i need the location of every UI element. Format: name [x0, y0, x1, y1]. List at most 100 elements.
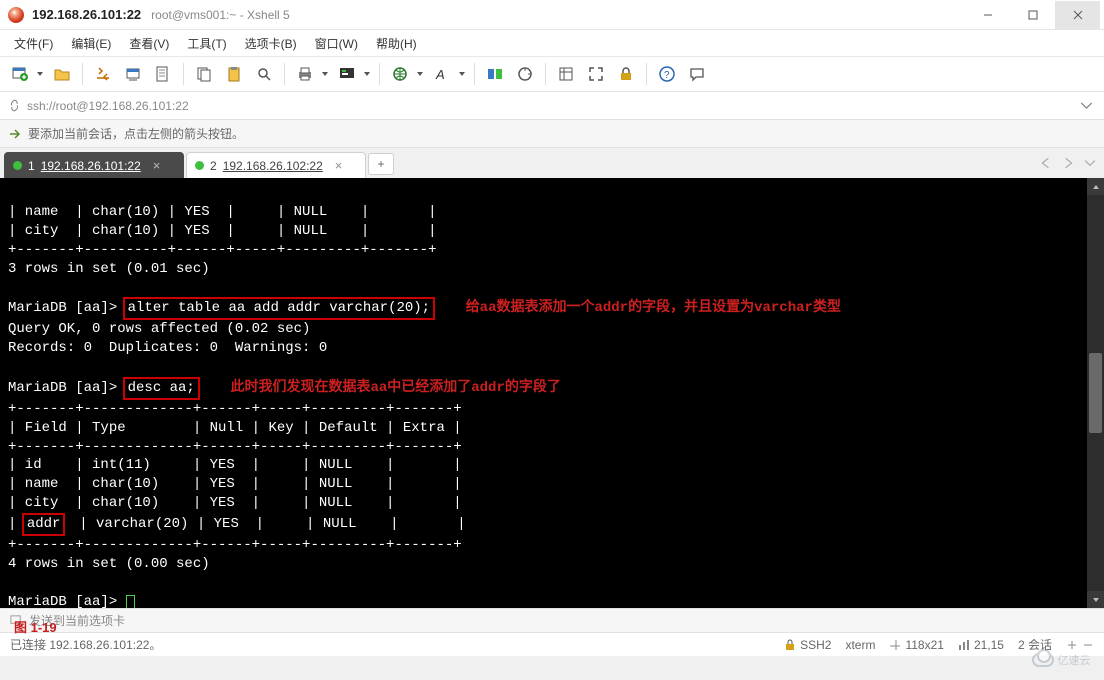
- terminal-scrollbar[interactable]: [1087, 178, 1104, 608]
- status-term-type: xterm: [845, 638, 875, 652]
- grid-icon: [889, 639, 901, 651]
- terminal-prompt: MariaDB [aa]>: [8, 300, 117, 316]
- scroll-up-icon[interactable]: [1087, 178, 1104, 195]
- tab-number: 1: [28, 159, 35, 173]
- sql-command: alter table aa add addr varchar(20);: [128, 300, 430, 316]
- color-scheme-button[interactable]: [333, 60, 373, 88]
- terminal-line: +-------+-------------+------+-----+----…: [8, 401, 462, 417]
- annotation-text: 此时我们发现在数据表aa中已经添加了addr的字段了: [230, 380, 560, 396]
- maximize-button[interactable]: [1010, 1, 1055, 29]
- tab-prev-icon[interactable]: [1040, 157, 1052, 169]
- tab-label: 192.168.26.101:22: [41, 159, 141, 173]
- svg-text:A: A: [435, 67, 445, 82]
- terminal-line: 3 rows in set (0.01 sec): [8, 261, 210, 277]
- menu-window[interactable]: 窗口(W): [307, 32, 366, 55]
- annotation-text: 给aa数据表添加一个addr的字段，并且设置为varchar类型: [466, 300, 841, 316]
- plus-icon: [1066, 639, 1078, 651]
- terminal-pane: | name | char(10) | YES | | NULL | | | c…: [0, 178, 1104, 608]
- info-bar: 要添加当前会话，点击左侧的箭头按钮。: [0, 120, 1104, 148]
- terminal-line: | id | int(11) | YES | | NULL | |: [8, 457, 462, 473]
- address-bar[interactable]: ssh://root@192.168.26.101:22: [0, 92, 1104, 120]
- tab-nav: [1040, 148, 1104, 178]
- find-button[interactable]: [250, 60, 278, 88]
- tab-close-button[interactable]: ×: [153, 158, 161, 173]
- paste-button[interactable]: [220, 60, 248, 88]
- sql-command: desc aa;: [128, 380, 195, 396]
- highlight-box: addr: [22, 513, 66, 536]
- svg-text:?: ?: [664, 70, 670, 81]
- status-cursor: 21,15: [958, 638, 1004, 652]
- lock-button[interactable]: [612, 60, 640, 88]
- chevron-down-icon: [459, 72, 465, 76]
- terminal-line: Records: 0 Duplicates: 0 Warnings: 0: [8, 340, 327, 356]
- info-text: 要添加当前会话，点击左侧的箭头按钮。: [28, 125, 244, 142]
- terminal-line: +-------+-------------+------+-----+----…: [8, 439, 462, 455]
- disconnect-button[interactable]: [119, 60, 147, 88]
- link-icon: [8, 99, 21, 112]
- terminal-line: 4 rows in set (0.00 sec): [8, 556, 210, 572]
- terminal-prompt: MariaDB [aa]>: [8, 594, 117, 608]
- title-bar: 192.168.26.101:22 root@vms001:~ - Xshell…: [0, 0, 1104, 30]
- help-button[interactable]: ?: [653, 60, 681, 88]
- fullscreen-button[interactable]: [582, 60, 610, 88]
- minimize-button[interactable]: [965, 1, 1010, 29]
- terminal-line: | name | char(10) | YES | | NULL | |: [8, 476, 462, 492]
- status-bar: 已连接 192.168.26.101:22。 SSH2 xterm 118x21…: [0, 632, 1104, 656]
- terminal[interactable]: | name | char(10) | YES | | NULL | | | c…: [0, 178, 1087, 608]
- status-dot-icon: [13, 161, 22, 170]
- font-button[interactable]: A: [428, 60, 468, 88]
- chevron-down-icon: [417, 72, 423, 76]
- status-dot-icon: [195, 161, 204, 170]
- minus-icon: [1082, 639, 1094, 651]
- new-session-button[interactable]: [6, 60, 46, 88]
- reconnect-button[interactable]: [89, 60, 117, 88]
- terminal-cell: | varchar(20) | YES | | NULL | |: [62, 516, 465, 532]
- scroll-down-icon[interactable]: [1087, 591, 1104, 608]
- menu-tools[interactable]: 工具(T): [179, 32, 234, 55]
- feedback-button[interactable]: [683, 60, 711, 88]
- lock-icon: [784, 639, 796, 651]
- toolbar: A ?: [0, 56, 1104, 92]
- menu-bar: 文件(F) 编辑(E) 查看(V) 工具(T) 选项卡(B) 窗口(W) 帮助(…: [0, 30, 1104, 56]
- copy-button[interactable]: [190, 60, 218, 88]
- highlight-box: alter table aa add addr varchar(20);: [123, 297, 435, 320]
- open-session-button[interactable]: [48, 60, 76, 88]
- arrow-right-icon[interactable]: [8, 127, 22, 141]
- chevron-down-icon: [37, 72, 43, 76]
- tab-session-1[interactable]: 1 192.168.26.101:22 ×: [4, 152, 184, 178]
- menu-tabs[interactable]: 选项卡(B): [237, 32, 305, 55]
- compose-button[interactable]: [552, 60, 580, 88]
- terminal-line: | name | char(10) | YES | | NULL | | | c…: [8, 204, 436, 258]
- tab-number: 2: [210, 159, 217, 173]
- menu-help[interactable]: 帮助(H): [368, 32, 425, 55]
- figure-label: 图 1-19: [14, 617, 57, 636]
- session-tabs: 1 192.168.26.101:22 × 2 192.168.26.102:2…: [0, 148, 1104, 178]
- menu-edit[interactable]: 编辑(E): [63, 32, 119, 55]
- cursor-icon: [126, 595, 135, 608]
- status-extra[interactable]: [1066, 639, 1094, 651]
- tab-next-icon[interactable]: [1062, 157, 1074, 169]
- tab-close-button[interactable]: ×: [335, 158, 343, 173]
- terminal-line: | city | char(10) | YES | | NULL | |: [8, 495, 462, 511]
- tab-list-icon[interactable]: [1084, 157, 1096, 169]
- properties-button[interactable]: [149, 60, 177, 88]
- app-icon: [8, 7, 24, 23]
- close-button[interactable]: [1055, 1, 1100, 29]
- status-sessions: 2 会话: [1018, 636, 1052, 653]
- script-button[interactable]: [511, 60, 539, 88]
- status-size: 118x21: [889, 638, 943, 652]
- terminal-line: Query OK, 0 rows affected (0.02 sec): [8, 321, 310, 337]
- terminal-line: +-------+-------------+------+-----+----…: [8, 537, 462, 553]
- language-button[interactable]: [386, 60, 426, 88]
- menu-view[interactable]: 查看(V): [121, 32, 177, 55]
- add-tab-button[interactable]: +: [368, 153, 394, 175]
- scroll-thumb[interactable]: [1089, 353, 1102, 433]
- print-button[interactable]: [291, 60, 331, 88]
- tab-session-2[interactable]: 2 192.168.26.102:22 ×: [186, 152, 366, 178]
- address-dropdown[interactable]: [1076, 96, 1096, 116]
- xftp-button[interactable]: [481, 60, 509, 88]
- menu-file[interactable]: 文件(F): [6, 32, 61, 55]
- terminal-line: | Field | Type | Null | Key | Default | …: [8, 420, 462, 436]
- scroll-track[interactable]: [1087, 195, 1104, 591]
- compose-bar[interactable]: 发送到当前选项卡: [0, 608, 1104, 632]
